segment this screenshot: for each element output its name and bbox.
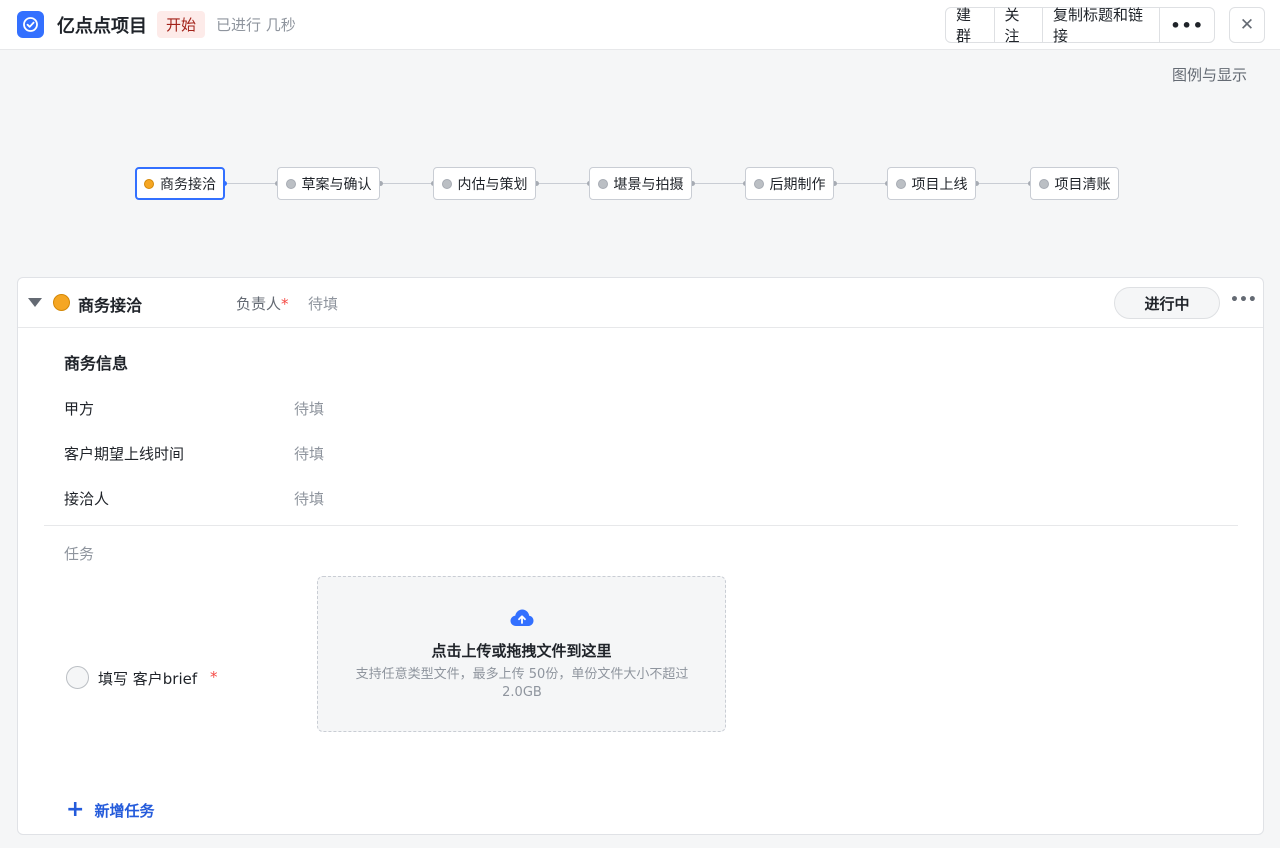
status-tag[interactable]: 开始 <box>157 11 206 38</box>
project-title: 亿点点项目 <box>57 16 147 37</box>
stage-status-dot <box>285 178 296 189</box>
cloud-upload-icon <box>510 609 534 626</box>
tasks-label: 任务 <box>64 545 95 563</box>
upload-dropzone[interactable]: 点击上传或拖拽文件到这里 支持任意类型文件，最多上传 50份，单份文件大小不超过… <box>317 576 726 732</box>
stage-status-dot <box>441 178 452 189</box>
add-task-button[interactable]: + 新增任务 <box>66 799 154 821</box>
close-icon[interactable]: ✕ <box>1229 7 1265 43</box>
flow-connector <box>224 183 278 184</box>
stage-planning[interactable]: 内估与策划 <box>433 167 536 200</box>
launch-time-field[interactable]: 待填 <box>294 443 324 464</box>
legend-display-link[interactable]: 图例与显示 <box>1172 64 1247 85</box>
flow-connector <box>380 183 434 184</box>
collapse-caret-icon[interactable] <box>28 298 42 307</box>
required-mark: * <box>281 295 289 313</box>
elapsed-time: 已进行 几秒 <box>216 16 296 34</box>
field-label: 接洽人 <box>64 490 110 508</box>
stage-label: 商务接洽 <box>160 176 216 193</box>
card-header: 商务接洽 负责人* 待填 进行中 ••• <box>18 278 1263 328</box>
more-icon[interactable]: ••• <box>1160 8 1214 42</box>
stage-label: 堪景与拍摄 <box>613 176 684 193</box>
status-button[interactable]: 进行中 <box>1114 287 1220 319</box>
stage-label: 项目上线 <box>911 176 968 193</box>
card-stage-name: 商务接洽 <box>78 296 143 315</box>
stage-settlement[interactable]: 项目清账 <box>1030 167 1119 200</box>
stage-status-dot <box>895 178 906 189</box>
more-icon[interactable]: ••• <box>1230 292 1257 308</box>
contact-field[interactable]: 待填 <box>294 488 324 509</box>
copy-title-link-button[interactable]: 复制标题和链接 <box>1043 6 1161 45</box>
stage-status-dot <box>144 178 154 189</box>
required-mark: * <box>210 668 218 686</box>
check-circle-icon <box>17 11 44 38</box>
stage-label: 内估与策划 <box>457 176 528 193</box>
upload-subtitle: 支持任意类型文件，最多上传 50份，单份文件大小不超过 2.0GB <box>355 667 689 700</box>
plus-icon: + <box>66 797 85 822</box>
stage-post-production[interactable]: 后期制作 <box>745 167 834 200</box>
flow-connector <box>692 183 746 184</box>
stage-label: 后期制作 <box>769 176 826 193</box>
task-checkbox[interactable] <box>66 666 89 689</box>
stage-business[interactable]: 商务接洽 <box>135 167 225 200</box>
owner-label: 负责人* <box>236 293 289 314</box>
stage-label: 草案与确认 <box>301 176 372 193</box>
flow-connector <box>536 183 590 184</box>
create-group-button[interactable]: 建群 <box>946 6 995 45</box>
stage-status-icon <box>53 294 70 311</box>
owner-label-text: 负责人 <box>236 295 282 313</box>
add-task-label: 新增任务 <box>94 801 155 820</box>
field-label: 甲方 <box>64 400 95 418</box>
owner-field[interactable]: 待填 <box>308 293 338 314</box>
stage-label: 项目清账 <box>1054 176 1111 193</box>
divider <box>44 525 1238 526</box>
flow-connector <box>976 183 1031 184</box>
stage-status-dot <box>1038 178 1049 189</box>
task-name[interactable]: 填写 客户brief <box>98 668 197 689</box>
stage-status-dot <box>753 178 764 189</box>
follow-button[interactable]: 关注 <box>995 6 1044 45</box>
upload-title: 点击上传或拖拽文件到这里 <box>431 642 612 660</box>
section-title: 商务信息 <box>64 354 129 373</box>
party-a-field[interactable]: 待填 <box>294 398 324 419</box>
flow-connector <box>834 183 888 184</box>
stage-draft[interactable]: 草案与确认 <box>277 167 380 200</box>
stage-launch[interactable]: 项目上线 <box>887 167 976 200</box>
stage-shooting[interactable]: 堪景与拍摄 <box>589 167 692 200</box>
field-label: 客户期望上线时间 <box>64 445 185 463</box>
stage-detail-card: 商务接洽 负责人* 待填 进行中 ••• 商务信息 甲方 待填 客户期望上线时间… <box>17 277 1264 835</box>
top-bar: 亿点点项目 开始 已进行 几秒 建群 关注 复制标题和链接 ••• ✕ <box>0 0 1280 50</box>
header-actions: 建群 关注 复制标题和链接 ••• <box>945 6 1215 45</box>
stage-status-dot <box>597 178 608 189</box>
